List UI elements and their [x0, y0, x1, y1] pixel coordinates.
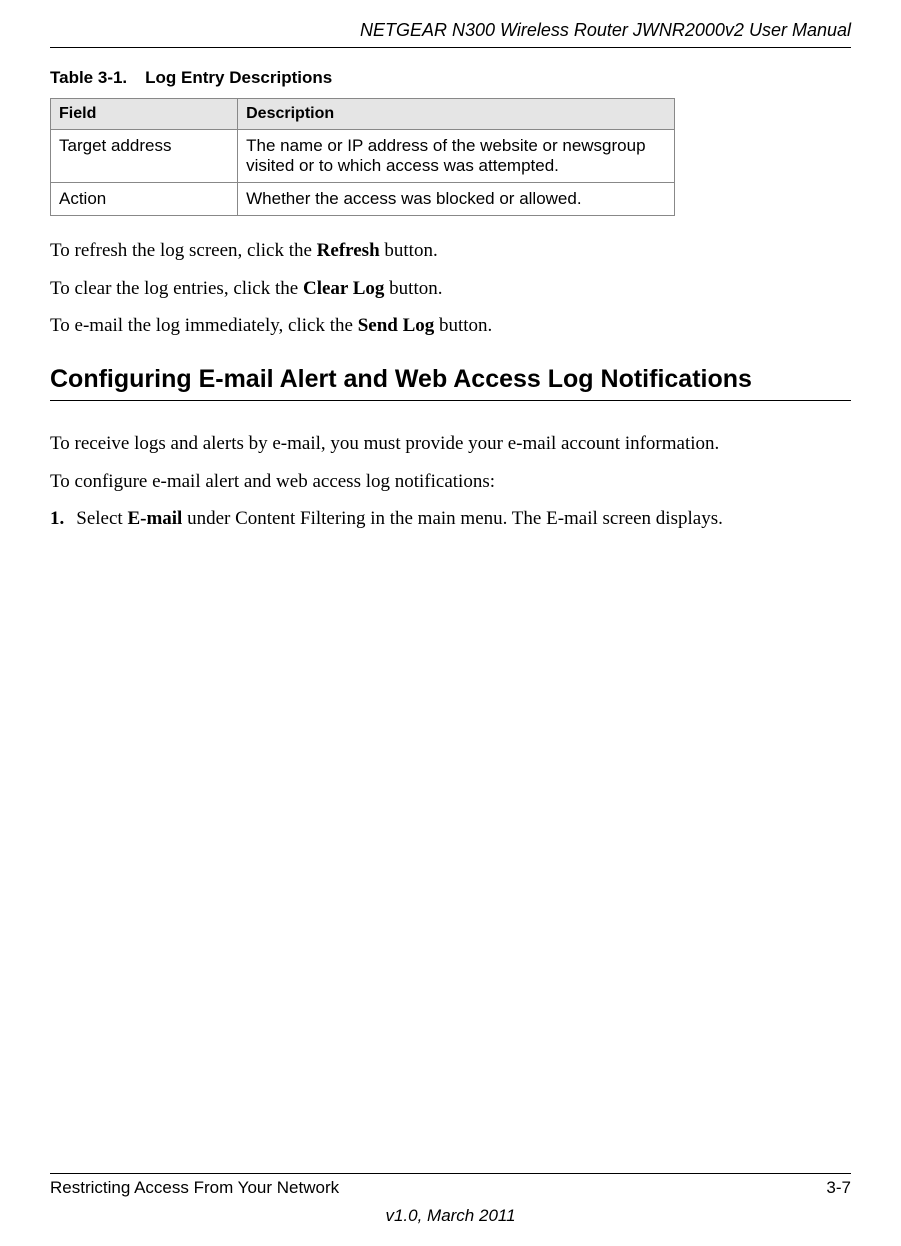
clear-log-paragraph: To clear the log entries, click the Clea…	[50, 276, 851, 302]
table-header-field: Field	[51, 99, 238, 130]
log-entry-table: Field Description Target address The nam…	[50, 98, 675, 216]
clear-log-bold: Clear Log	[303, 278, 384, 299]
table-cell-description: The name or IP address of the website or…	[238, 130, 675, 183]
section-heading: Configuring E-mail Alert and Web Access …	[50, 365, 851, 401]
step-1: 1.Select E-mail under Content Filtering …	[50, 506, 851, 532]
send-log-paragraph: To e-mail the log immediately, click the…	[50, 313, 851, 339]
send-log-bold: Send Log	[358, 315, 435, 336]
footer-version: v1.0, March 2011	[50, 1206, 851, 1226]
document-footer: Restricting Access From Your Network 3-7…	[50, 1173, 851, 1226]
table-header-row: Field Description	[51, 99, 675, 130]
document-header: NETGEAR N300 Wireless Router JWNR2000v2 …	[50, 20, 851, 48]
table-cell-field: Target address	[51, 130, 238, 183]
step-bold: E-mail	[127, 508, 182, 529]
table-caption: Table 3-1. Log Entry Descriptions	[50, 68, 851, 88]
table-cell-field: Action	[51, 183, 238, 216]
refresh-paragraph: To refresh the log screen, click the Ref…	[50, 238, 851, 264]
steps-list: 1.Select E-mail under Content Filtering …	[50, 506, 851, 532]
intro-paragraph-2: To configure e-mail alert and web access…	[50, 469, 851, 495]
table-cell-description: Whether the access was blocked or allowe…	[238, 183, 675, 216]
step-number: 1.	[50, 508, 64, 529]
intro-paragraph-1: To receive logs and alerts by e-mail, yo…	[50, 431, 851, 457]
table-row: Action Whether the access was blocked or…	[51, 183, 675, 216]
footer-page: 3-7	[826, 1178, 851, 1198]
table-caption-title: Log Entry Descriptions	[145, 68, 332, 87]
footer-section: Restricting Access From Your Network	[50, 1178, 339, 1198]
refresh-bold: Refresh	[317, 240, 380, 261]
table-row: Target address The name or IP address of…	[51, 130, 675, 183]
table-caption-number: Table 3-1.	[50, 68, 127, 87]
table-header-description: Description	[238, 99, 675, 130]
